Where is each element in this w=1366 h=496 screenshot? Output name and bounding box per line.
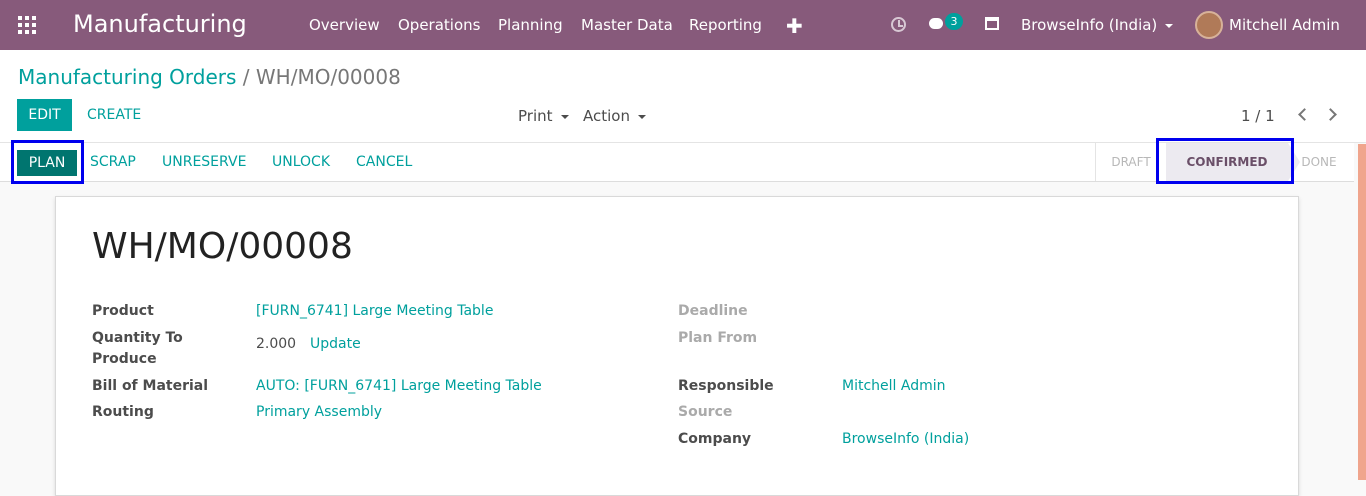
next-record-icon[interactable] [1324, 108, 1337, 121]
menu-master-data[interactable]: Master Data [581, 16, 673, 34]
company-label: Company [678, 431, 752, 447]
breadcrumb-manufacturing-orders[interactable]: Manufacturing Orders [18, 65, 236, 89]
avatar[interactable] [1195, 11, 1223, 39]
company-switcher-label: BrowseInfo (India) [1021, 16, 1158, 34]
bom-label: Bill of Material [92, 378, 209, 394]
pager-value[interactable]: 1 / 1 [1241, 107, 1275, 125]
clock-icon[interactable] [891, 17, 906, 32]
app-title[interactable]: Manufacturing [73, 10, 247, 38]
control-panel: Manufacturing Orders / WH/MO/00008 EDIT … [0, 50, 1366, 143]
cancel-button[interactable]: CANCEL [356, 154, 412, 170]
company-link[interactable]: BrowseInfo (India) [842, 431, 969, 447]
create-button[interactable]: CREATE [87, 107, 141, 123]
user-menu[interactable]: Mitchell Admin [1229, 16, 1340, 34]
record-title: WH/MO/00008 [92, 226, 353, 267]
form-sheet: WH/MO/00008 Product [FURN_6741] Large Me… [55, 196, 1299, 496]
gift-icon[interactable] [985, 17, 999, 30]
stage-done[interactable]: DONE [1296, 143, 1342, 181]
breadcrumb-current-record: WH/MO/00008 [255, 65, 401, 89]
plus-icon[interactable]: ✚ [786, 14, 803, 38]
routing-link[interactable]: Primary Assembly [256, 404, 382, 420]
bom-link[interactable]: AUTO: [FURN_6741] Large Meeting Table [256, 378, 542, 394]
quantity-value: 2.000 [256, 336, 297, 352]
menu-overview[interactable]: Overview [309, 16, 380, 34]
action-dropdown-label: Action [583, 107, 630, 125]
update-quantity-link[interactable]: Update [310, 336, 361, 352]
unlock-button[interactable]: UNLOCK [272, 154, 330, 170]
chat-count-badge[interactable]: 3 [945, 13, 963, 30]
scrap-button[interactable]: SCRAP [90, 154, 136, 170]
breadcrumb-separator: / [242, 65, 250, 89]
menu-reporting[interactable]: Reporting [689, 16, 762, 34]
edit-button[interactable]: EDIT [17, 99, 72, 131]
routing-label: Routing [92, 404, 154, 420]
responsible-label: Responsible [678, 378, 774, 394]
previous-record-icon[interactable] [1298, 108, 1311, 121]
status-bar: PLAN SCRAP UNRESERVE UNLOCK CANCEL DRAFT… [0, 143, 1354, 182]
plan-highlight-outline [11, 140, 84, 184]
product-label: Product [92, 303, 154, 319]
chevron-down-icon [560, 114, 569, 119]
product-link[interactable]: [FURN_6741] Large Meeting Table [256, 303, 493, 319]
right-edge-accent [1358, 144, 1366, 480]
chat-icon[interactable] [929, 18, 943, 29]
action-dropdown[interactable]: Action [583, 107, 646, 125]
quantity-label-line2: Produce [92, 351, 157, 367]
confirmed-highlight-outline [1156, 138, 1294, 184]
chevron-down-icon [1165, 23, 1174, 28]
chevron-down-icon [637, 114, 646, 119]
apps-grid-icon[interactable] [18, 16, 36, 34]
print-dropdown[interactable]: Print [518, 107, 569, 125]
print-dropdown-label: Print [518, 107, 553, 125]
menu-operations[interactable]: Operations [398, 16, 480, 34]
menu-planning[interactable]: Planning [498, 16, 563, 34]
source-label: Source [678, 404, 733, 420]
breadcrumb: Manufacturing Orders / WH/MO/00008 [18, 65, 401, 89]
responsible-link[interactable]: Mitchell Admin [842, 378, 946, 394]
quantity-label-line1: Quantity To [92, 330, 183, 346]
top-navbar: Manufacturing Overview Operations Planni… [0, 0, 1366, 50]
deadline-label: Deadline [678, 303, 748, 319]
plan-from-label: Plan From [678, 330, 758, 346]
company-switcher[interactable]: BrowseInfo (India) [1021, 16, 1174, 34]
unreserve-button[interactable]: UNRESERVE [162, 154, 246, 170]
